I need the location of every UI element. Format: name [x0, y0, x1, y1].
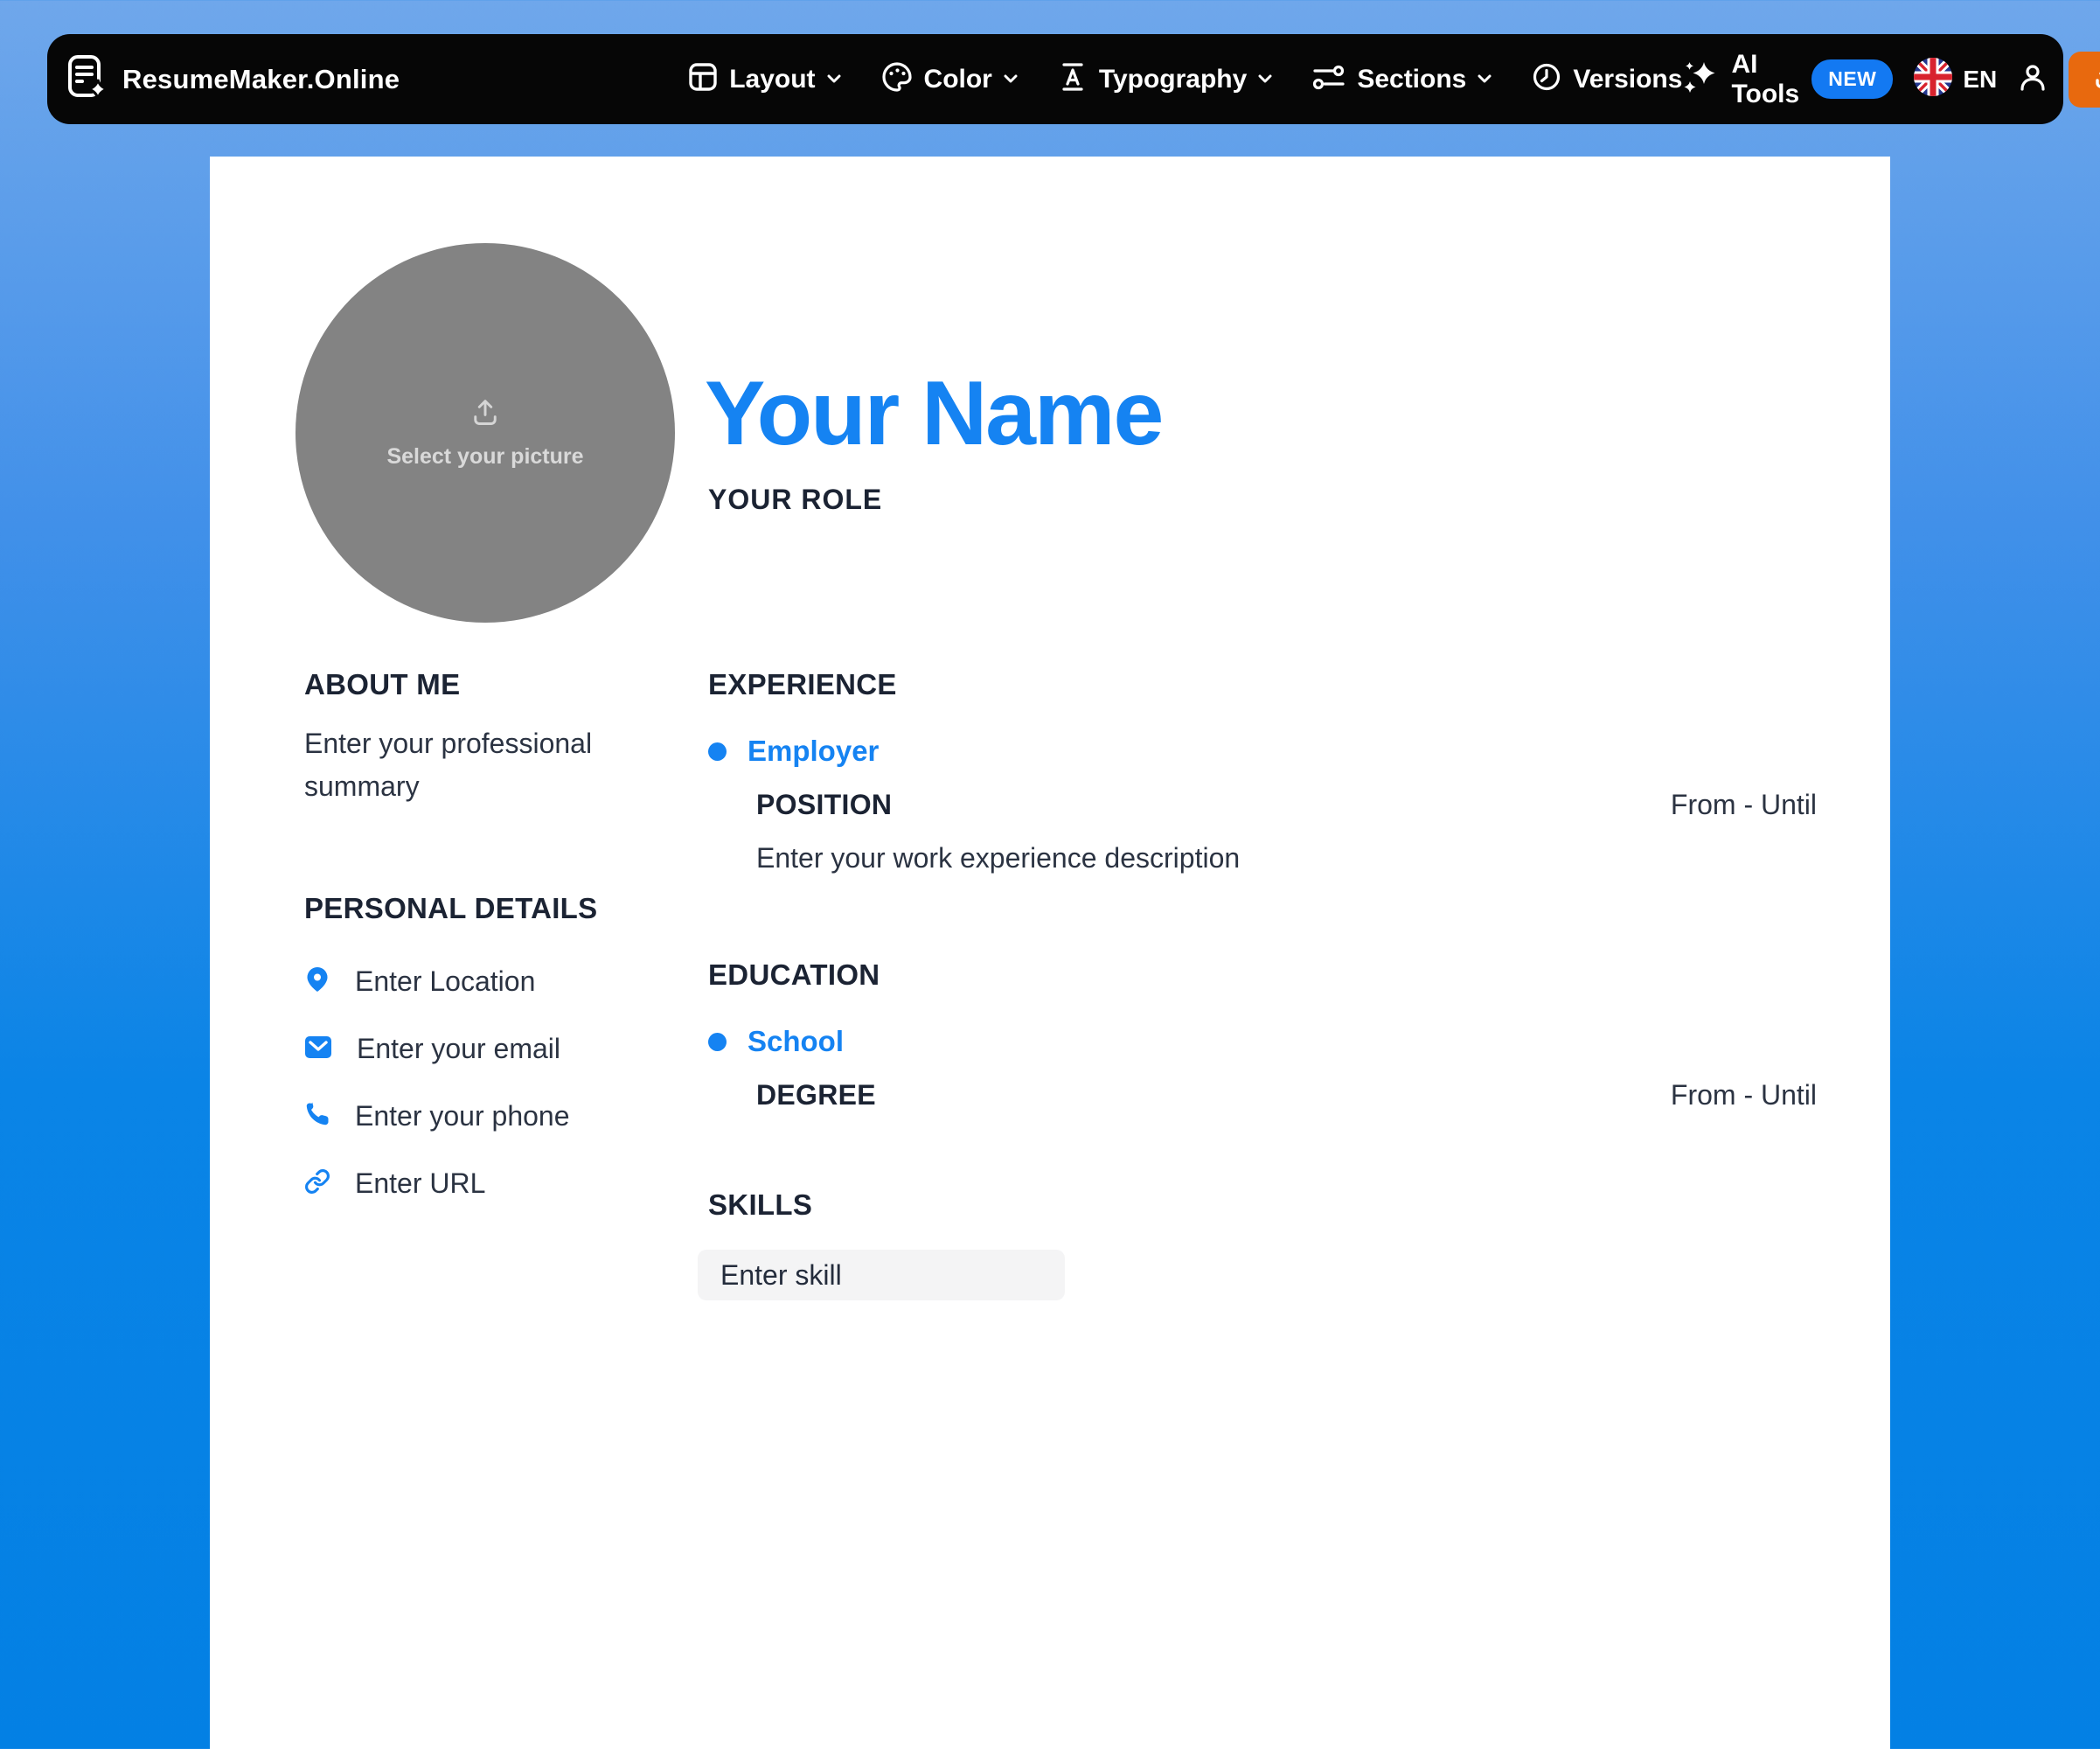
personal-details-heading: PERSONAL DETAILS	[304, 892, 654, 925]
sliders-icon	[1312, 62, 1346, 96]
education-heading: EDUCATION	[708, 958, 1817, 992]
skills-heading: SKILLS	[708, 1188, 1817, 1222]
location-field[interactable]: Enter Location	[304, 965, 654, 998]
brand[interactable]: ResumeMaker.Online	[66, 53, 400, 105]
menu-label-sections: Sections	[1357, 65, 1466, 94]
bullet-dot	[708, 1033, 727, 1051]
degree-field[interactable]: DEGREE	[756, 1079, 876, 1111]
clock-icon	[1532, 62, 1561, 96]
menu-label-typography: Typography	[1099, 65, 1247, 94]
ai-tools-label: AI Tools	[1731, 50, 1799, 109]
palette-icon	[881, 61, 913, 97]
navbar-right: AI Tools NEW EN	[1682, 50, 2100, 109]
language-selector[interactable]: EN	[1914, 58, 1997, 101]
menu-label-layout: Layout	[729, 65, 815, 94]
new-badge: NEW	[1811, 59, 1893, 99]
left-column: ABOUT ME Enter your professional summary…	[304, 668, 654, 1235]
menu-item-color[interactable]: Color	[881, 61, 1018, 97]
menu-item-layout[interactable]: Layout	[688, 62, 840, 96]
employer-label: Employer	[748, 735, 879, 768]
phone-field[interactable]: Enter your phone	[304, 1100, 654, 1132]
navbar-menu: Layout Color	[688, 61, 1682, 97]
menu-item-typography[interactable]: Typography	[1058, 61, 1272, 97]
chevron-down-icon	[1258, 72, 1272, 87]
layout-icon	[688, 62, 718, 96]
employer-field[interactable]: Employer	[708, 735, 1817, 768]
personal-details-list: Enter Location Enter your email Enter	[304, 965, 654, 1200]
typography-icon	[1058, 61, 1088, 97]
skill-input[interactable]	[698, 1250, 1065, 1300]
email-label: Enter your email	[357, 1033, 560, 1065]
top-navbar: ResumeMaker.Online Layout	[47, 34, 2063, 124]
ai-tools-button[interactable]: AI Tools NEW	[1682, 50, 1893, 109]
brand-name: ResumeMaker.Online	[122, 64, 400, 95]
download-button[interactable]: Download	[2069, 52, 2100, 108]
about-me-heading: ABOUT ME	[304, 668, 654, 701]
resume-role-field[interactable]: YOUR ROLE	[708, 484, 882, 516]
chevron-down-icon	[1004, 72, 1018, 87]
menu-label-color: Color	[924, 65, 992, 94]
position-field[interactable]: POSITION	[756, 789, 892, 821]
location-icon	[304, 965, 330, 998]
experience-heading: EXPERIENCE	[708, 668, 1817, 701]
education-dates-field[interactable]: From - Until	[1671, 1079, 1817, 1111]
menu-item-sections[interactable]: Sections	[1312, 62, 1492, 96]
download-icon	[2093, 62, 2100, 97]
sparkles-icon	[1682, 59, 1719, 100]
uk-flag-icon	[1914, 58, 1952, 101]
experience-dates-field[interactable]: From - Until	[1671, 789, 1817, 821]
email-icon	[304, 1035, 332, 1063]
chevron-down-icon	[827, 72, 841, 87]
phone-label: Enter your phone	[355, 1100, 570, 1132]
menu-label-versions: Versions	[1573, 65, 1682, 94]
bullet-dot	[708, 742, 727, 761]
school-label: School	[748, 1025, 844, 1058]
photo-upload-caption: Select your picture	[386, 444, 583, 470]
url-field[interactable]: Enter URL	[304, 1167, 654, 1200]
link-icon	[304, 1168, 330, 1199]
chevron-down-icon	[1478, 72, 1492, 87]
location-label: Enter Location	[355, 965, 535, 998]
resume-maker-logo-icon	[66, 53, 108, 105]
right-column: EXPERIENCE Employer POSITION From - Unti…	[708, 668, 1817, 1300]
url-label: Enter URL	[355, 1167, 485, 1200]
menu-item-versions[interactable]: Versions	[1532, 62, 1682, 96]
user-account-icon[interactable]	[2018, 62, 2048, 96]
experience-description-field[interactable]: Enter your work experience description	[708, 842, 1817, 874]
resume-page: Select your picture Your Name YOUR ROLE …	[210, 157, 1890, 1749]
email-field[interactable]: Enter your email	[304, 1033, 654, 1065]
phone-icon	[304, 1101, 330, 1132]
photo-upload-placeholder[interactable]: Select your picture	[296, 243, 675, 623]
upload-icon	[469, 396, 501, 432]
resume-name-field[interactable]: Your Name	[705, 368, 1162, 459]
language-label: EN	[1963, 66, 1997, 94]
summary-field[interactable]: Enter your professional summary	[304, 722, 647, 808]
school-field[interactable]: School	[708, 1025, 1817, 1058]
